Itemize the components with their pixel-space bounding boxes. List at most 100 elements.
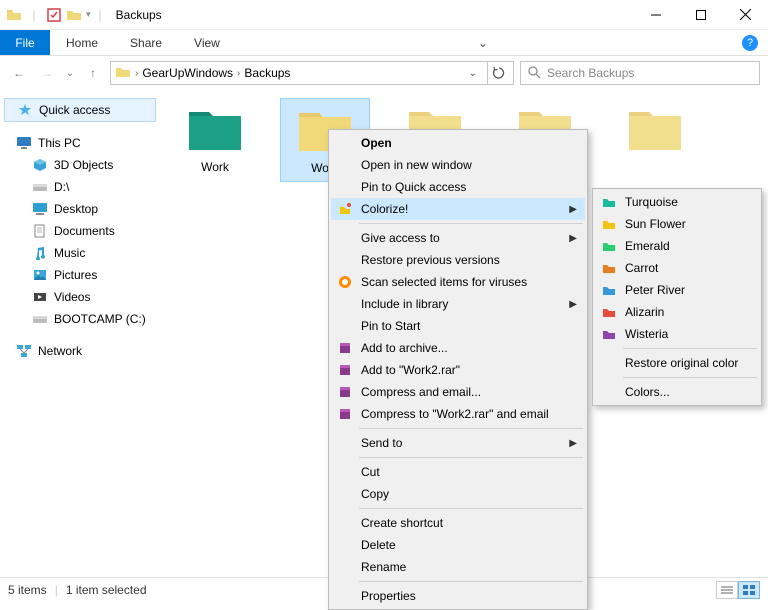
chevron-icon[interactable]: › [135,68,138,79]
winrar-icon [337,384,353,400]
breadcrumb-parent[interactable]: GearUpWindows [142,66,233,80]
window-controls [633,0,768,30]
color-restore[interactable]: Restore original color [595,352,759,374]
sidebar-3d-objects[interactable]: 3D Objects [4,154,156,176]
view-details-button[interactable] [716,581,738,599]
sidebar-label: Videos [54,290,90,304]
ctx-cut[interactable]: Cut [331,461,585,483]
ctx-scan-viruses[interactable]: Scan selected items for viruses [331,271,585,293]
ctx-create-shortcut[interactable]: Create shortcut [331,512,585,534]
color-alizarin[interactable]: Alizarin [595,301,759,323]
help-button[interactable]: ? [740,33,760,53]
ctx-send-to[interactable]: Send to▶ [331,432,585,454]
qat-dropdown-icon[interactable]: ▾ [86,9,91,20]
ctx-separator [623,377,757,378]
ctx-separator [623,348,757,349]
address-dropdown-icon[interactable]: ⌄ [469,68,483,79]
ctx-pin-start[interactable]: Pin to Start [331,315,585,337]
documents-icon [32,223,48,239]
search-icon [527,65,541,82]
search-box[interactable]: Search Backups [520,61,760,85]
close-button[interactable] [723,0,768,30]
sidebar-desktop[interactable]: Desktop [4,198,156,220]
back-button[interactable]: ← [8,62,30,84]
color-submenu: Turquoise Sun Flower Emerald Carrot Pete… [592,188,762,406]
qat-folder-icon[interactable] [66,7,82,23]
folder-item[interactable] [610,98,700,182]
sidebar-videos[interactable]: Videos [4,286,156,308]
color-wisteria[interactable]: Wisteria [595,323,759,345]
sidebar-music[interactable]: Music [4,242,156,264]
sidebar-d-drive[interactable]: D:\ [4,176,156,198]
folder-color-icon [601,216,617,232]
ribbon-file-tab[interactable]: File [0,30,50,55]
view-icons-button[interactable] [738,581,760,599]
ctx-copy[interactable]: Copy [331,483,585,505]
sidebar-label: Music [54,246,85,260]
ctx-restore-previous[interactable]: Restore previous versions [331,249,585,271]
colorize-icon [337,201,353,217]
address-bar[interactable]: › GearUpWindows › Backups ⌄ [110,61,514,85]
context-menu: Open Open in new window Pin to Quick acc… [328,129,588,610]
ribbon-expand-icon[interactable]: ⌄ [478,30,494,55]
breadcrumb-current[interactable]: Backups [244,66,290,80]
ctx-open-new-window[interactable]: Open in new window [331,154,585,176]
folder-color-icon [601,326,617,342]
ctx-compress-email[interactable]: Compress and email... [331,381,585,403]
color-sunflower[interactable]: Sun Flower [595,213,759,235]
recent-dropdown[interactable]: ⌄ [64,62,76,84]
sidebar-this-pc[interactable]: This PC [4,132,156,154]
ctx-compress-rar-email[interactable]: Compress to "Work2.rar" and email [331,403,585,425]
sidebar-quick-access[interactable]: Quick access [4,98,156,122]
sidebar-label: BOOTCAMP (C:) [54,312,146,326]
ctx-rename[interactable]: Rename [331,556,585,578]
submenu-arrow-icon: ▶ [569,438,577,449]
drive-icon [32,311,48,327]
color-more[interactable]: Colors... [595,381,759,403]
star-icon [17,102,33,118]
color-carrot[interactable]: Carrot [595,257,759,279]
up-button[interactable]: ↑ [82,62,104,84]
sidebar-pictures[interactable]: Pictures [4,264,156,286]
antivirus-icon [337,274,353,290]
ctx-include-library[interactable]: Include in library▶ [331,293,585,315]
sidebar-bootcamp[interactable]: BOOTCAMP (C:) [4,308,156,330]
title-bar: | ▾ | Backups [0,0,768,30]
folder-icon [623,104,687,156]
color-emerald[interactable]: Emerald [595,235,759,257]
music-icon [32,245,48,261]
ctx-add-rar[interactable]: Add to "Work2.rar" [331,359,585,381]
folder-item[interactable]: Work [170,98,260,182]
chevron-icon[interactable]: › [237,68,240,79]
ctx-pin-quick-access[interactable]: Pin to Quick access [331,176,585,198]
sidebar-documents[interactable]: Documents [4,220,156,242]
color-peter-river[interactable]: Peter River [595,279,759,301]
winrar-icon [337,406,353,422]
ctx-colorize[interactable]: Colorize! ▶ [331,198,585,220]
ctx-separator [359,581,583,582]
ribbon-home-tab[interactable]: Home [50,30,114,55]
sidebar-label: This PC [38,136,81,150]
status-item-count: 5 items [8,583,47,597]
forward-button[interactable]: → [36,62,58,84]
sidebar-label: Pictures [54,268,97,282]
refresh-button[interactable] [487,62,509,84]
ribbon-share-tab[interactable]: Share [114,30,178,55]
color-turquoise[interactable]: Turquoise [595,191,759,213]
ctx-properties[interactable]: Properties [331,585,585,607]
folder-icon [183,104,247,156]
ctx-delete[interactable]: Delete [331,534,585,556]
navigation-pane: Quick access This PC 3D Objects D:\ Desk… [0,90,160,575]
ctx-give-access[interactable]: Give access to▶ [331,227,585,249]
sidebar-label: D:\ [54,180,69,194]
maximize-button[interactable] [678,0,723,30]
folder-icon [115,64,131,83]
ctx-open[interactable]: Open [331,132,585,154]
status-separator: | [55,583,58,597]
sidebar-network[interactable]: Network [4,340,156,362]
minimize-button[interactable] [633,0,678,30]
properties-icon[interactable] [46,7,62,23]
ribbon-view-tab[interactable]: View [178,30,236,55]
view-toggles [716,581,760,599]
ctx-add-archive[interactable]: Add to archive... [331,337,585,359]
